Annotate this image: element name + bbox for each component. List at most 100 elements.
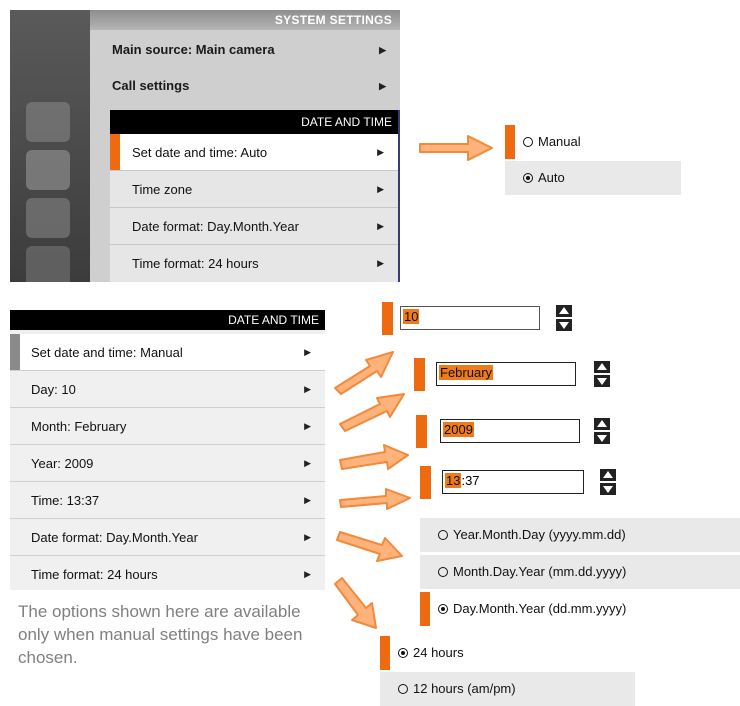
- arrow-right-icon: [339, 488, 411, 510]
- arrow-down-icon[interactable]: [556, 319, 572, 331]
- chevron-right-icon: ▶: [377, 221, 384, 231]
- menu-item-set-date-time[interactable]: Set date and time: Manual ▶: [10, 334, 325, 371]
- option-24-hours[interactable]: 24 hours: [380, 636, 635, 670]
- chevron-right-icon: ▶: [377, 184, 384, 194]
- chevron-right-icon: ▶: [379, 81, 386, 91]
- menu-item-main-source[interactable]: Main source: Main camera ▶: [90, 34, 400, 66]
- time-stepper[interactable]: [600, 469, 616, 495]
- month-value: February: [439, 365, 494, 380]
- option-label: Auto: [538, 170, 565, 185]
- option-month-day-year[interactable]: Month.Day.Year (mm.dd.yyyy): [420, 555, 740, 589]
- year-value: 2009: [443, 422, 474, 437]
- selection-indicator: [505, 125, 515, 159]
- menu-item-label: Time zone: [132, 182, 193, 197]
- selection-indicator: [10, 334, 20, 370]
- date-time-header: DATE AND TIME: [10, 310, 325, 330]
- chevron-right-icon: ▶: [304, 458, 311, 468]
- menu-item-label: Date format: Day.Month.Year: [132, 219, 299, 234]
- icon-sidebar: [10, 10, 90, 282]
- selection-indicator: [110, 134, 120, 170]
- phone-icon[interactable]: [26, 102, 70, 142]
- date-time-header: DATE AND TIME: [110, 110, 398, 134]
- menu-item-time-format[interactable]: Time format: 24 hours ▶: [10, 556, 325, 593]
- time-minute-value: :37: [461, 473, 480, 488]
- chevron-right-icon: ▶: [304, 384, 311, 394]
- day-stepper[interactable]: [556, 305, 572, 331]
- chevron-right-icon: ▶: [304, 532, 311, 542]
- arrow-right-icon: [334, 351, 394, 395]
- tools-icon[interactable]: [26, 246, 70, 282]
- time-hour-value: 13: [445, 473, 462, 488]
- menu-item-label: Year: 2009: [31, 456, 94, 471]
- menu-item-label: Time: 13:37: [31, 493, 100, 508]
- arrow-right-icon: [339, 444, 409, 470]
- arrow-down-right-icon: [334, 577, 377, 629]
- year-stepper[interactable]: [594, 418, 610, 444]
- menu-item-label: Month: February: [31, 419, 127, 434]
- option-12-hours[interactable]: 12 hours (am/pm): [380, 672, 635, 706]
- option-label: Day.Month.Year (dd.mm.yyyy): [453, 601, 627, 616]
- menu-item-time-zone[interactable]: Time zone ▶: [110, 171, 398, 208]
- menu-item-year[interactable]: Year: 2009 ▶: [10, 445, 325, 482]
- menu-item-label: Time format: 24 hours: [132, 256, 259, 271]
- arrow-right-icon: [339, 393, 405, 432]
- selection-indicator: [420, 592, 430, 626]
- menu-item-month[interactable]: Month: February ▶: [10, 408, 325, 445]
- radio-off-icon: [438, 567, 448, 577]
- chevron-right-icon: ▶: [379, 45, 386, 55]
- menu-item-set-date-time[interactable]: Set date and time: Auto ▶: [110, 134, 398, 171]
- option-label: 12 hours (am/pm): [413, 681, 516, 696]
- chevron-right-icon: ▶: [304, 347, 311, 357]
- chevron-right-icon: ▶: [377, 147, 384, 157]
- menu-item-label: Set date and time: Auto: [132, 145, 268, 160]
- option-year-month-day[interactable]: Year.Month.Day (yyyy.mm.dd): [420, 518, 740, 552]
- menu-item-label: Time format: 24 hours: [31, 567, 158, 582]
- year-input[interactable]: 2009: [440, 419, 580, 443]
- menu-item-label: Set date and time: Manual: [31, 345, 183, 360]
- option-label: Manual: [538, 134, 581, 149]
- menu-item-day[interactable]: Day: 10 ▶: [10, 371, 325, 408]
- selection-indicator: [416, 415, 427, 448]
- day-editor: 10: [382, 302, 582, 335]
- radio-on-icon: [398, 648, 408, 658]
- menu-item-label: Main source: Main camera: [112, 42, 275, 57]
- arrow-up-icon[interactable]: [556, 305, 572, 317]
- laptop-icon[interactable]: [26, 150, 70, 190]
- menu-item-label: Day: 10: [31, 382, 76, 397]
- menu-item-call-settings[interactable]: Call settings ▶: [90, 70, 400, 102]
- time-input[interactable]: 13:37: [442, 470, 584, 494]
- arrow-right-icon: [336, 531, 403, 562]
- radio-on-icon: [438, 604, 448, 614]
- arrow-down-icon[interactable]: [594, 375, 610, 387]
- date-time-menu: DATE AND TIME Set date and time: Manual …: [10, 310, 325, 590]
- option-label: Year.Month.Day (yyyy.mm.dd): [453, 527, 626, 542]
- day-input[interactable]: 10: [400, 306, 540, 330]
- arrow-up-icon[interactable]: [600, 469, 616, 481]
- month-input[interactable]: February: [436, 362, 576, 386]
- arrow-up-icon[interactable]: [594, 418, 610, 430]
- selection-indicator: [382, 302, 393, 335]
- menu-item-date-format[interactable]: Date format: Day.Month.Year ▶: [10, 519, 325, 556]
- menu-item-label: Call settings: [112, 78, 190, 93]
- selection-indicator: [380, 636, 390, 670]
- option-manual[interactable]: Manual: [505, 125, 681, 159]
- radio-off-icon: [398, 684, 408, 694]
- arrow-down-icon[interactable]: [594, 432, 610, 444]
- selection-indicator: [414, 358, 425, 391]
- chevron-right-icon: ▶: [377, 258, 384, 268]
- menu-item-label: Date format: Day.Month.Year: [31, 530, 198, 545]
- note-text: The options shown here are available onl…: [18, 602, 303, 667]
- option-day-month-year[interactable]: Day.Month.Year (dd.mm.yyyy): [420, 592, 740, 626]
- month-stepper[interactable]: [594, 361, 610, 387]
- radio-off-icon: [523, 137, 533, 147]
- arrow-up-icon[interactable]: [594, 361, 610, 373]
- year-editor: 2009: [416, 415, 616, 448]
- menu-item-time[interactable]: Time: 13:37 ▶: [10, 482, 325, 519]
- month-editor: February: [414, 358, 614, 391]
- camera-icon[interactable]: [26, 198, 70, 238]
- menu-item-time-format[interactable]: Time format: 24 hours ▶: [110, 245, 398, 282]
- day-value: 10: [403, 309, 420, 324]
- menu-item-date-format[interactable]: Date format: Day.Month.Year ▶: [110, 208, 398, 245]
- option-auto[interactable]: Auto: [505, 161, 681, 195]
- arrow-down-icon[interactable]: [600, 483, 616, 495]
